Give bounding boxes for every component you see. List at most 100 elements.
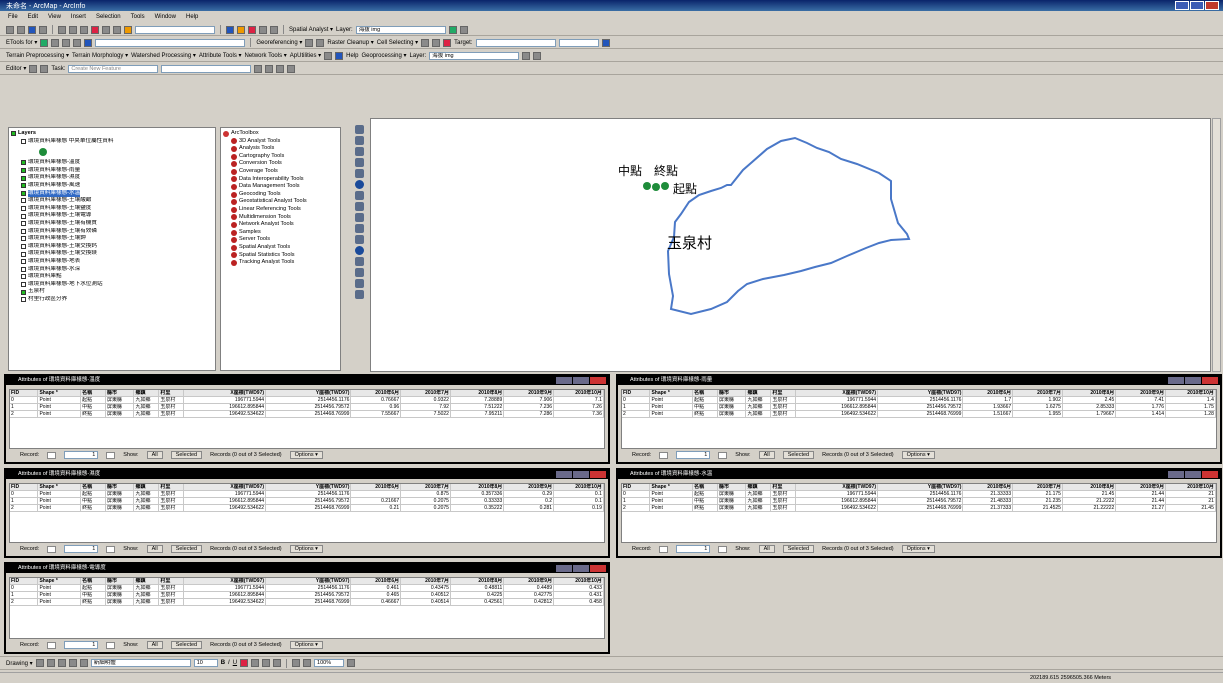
- next-record-button[interactable]: [718, 545, 728, 553]
- toc-layer[interactable]: 環境資料庫樣態-土壤交換鈣: [11, 243, 213, 251]
- zoom-combo[interactable]: 100%: [314, 659, 345, 667]
- fixed-zoom-in-icon[interactable]: [354, 147, 364, 156]
- layer-checkbox[interactable]: [21, 274, 26, 280]
- layer-checkbox[interactable]: [21, 289, 26, 295]
- column-header[interactable]: 名稱: [693, 484, 719, 490]
- next-record-button[interactable]: [718, 451, 728, 459]
- column-header[interactable]: Y座標(TWD97): [878, 390, 964, 396]
- toc-layer[interactable]: 環境資料庫樣態-地下水位測站: [11, 281, 213, 289]
- geoprocessing-menu[interactable]: Geoprocessing ▾: [361, 52, 406, 59]
- menu-item-tools[interactable]: Tools: [131, 14, 145, 22]
- menu-item-help[interactable]: Help: [186, 14, 198, 22]
- column-header[interactable]: 名稱: [81, 390, 107, 396]
- column-header[interactable]: Shape *: [650, 390, 694, 396]
- toc-layer[interactable]: 環境資料庫樣態-風速: [11, 182, 213, 190]
- toolbox-item[interactable]: 3D Analyst Tools: [223, 138, 338, 146]
- pan-icon[interactable]: [533, 51, 542, 60]
- time-slider-icon[interactable]: [354, 290, 364, 299]
- toc-layer[interactable]: 環境資料庫樣態-土壤有機質: [11, 220, 213, 228]
- layer-checkbox[interactable]: [21, 221, 26, 227]
- column-header[interactable]: Shape *: [38, 390, 82, 396]
- paint-icon[interactable]: [421, 38, 430, 47]
- table-row[interactable]: 2 Point 終點 屏東縣 九如鄉 玉泉村 196492.534622 2514468.76…: [622, 411, 1216, 418]
- task-combo[interactable]: Create New Feature: [68, 64, 159, 73]
- table-row[interactable]: 2 Point 終點 屏東縣 九如鄉 玉泉村 196492.534622 2514468.76…: [10, 505, 604, 512]
- village-boundary[interactable]: [666, 136, 911, 316]
- spatial-analyst-menu[interactable]: Spatial Analyst ▾: [289, 26, 333, 33]
- first-record-button[interactable]: [659, 545, 669, 553]
- column-header[interactable]: Y座標(TWD97): [266, 484, 352, 490]
- toc-layer[interactable]: 環境資料庫樣態 中央單位屬性資料: [11, 138, 213, 146]
- column-header[interactable]: 2010年7月: [401, 578, 451, 584]
- table-row[interactable]: 0 Point 起點 屏東縣 九如鄉 玉泉村 196771.5944 2514456.1176…: [622, 491, 1216, 498]
- cut-icon[interactable]: [58, 25, 66, 34]
- georef-icon[interactable]: [305, 38, 314, 47]
- show-selected-button[interactable]: Selected: [170, 641, 203, 649]
- copy-icon[interactable]: [69, 25, 77, 34]
- column-header[interactable]: 2010年9月: [504, 484, 555, 490]
- column-header[interactable]: 2010年10月: [554, 578, 604, 584]
- toolbox-item[interactable]: Multidimension Tools: [223, 214, 338, 222]
- minimize-button[interactable]: [556, 565, 572, 572]
- attribute-table-window[interactable]: Attributes of 環境資料庫樣態-電導度 FID Shape * 名稱 縣市鄉…: [4, 562, 610, 654]
- column-header[interactable]: 2010年7月: [1013, 484, 1063, 490]
- table-row[interactable]: 1 Point 中點 屏東縣 九如鄉 玉泉村 196612.895844 2514456.79…: [10, 498, 604, 505]
- column-header[interactable]: Shape *: [38, 578, 82, 584]
- show-all-button[interactable]: All: [758, 451, 775, 459]
- toolbox-item[interactable]: Network Analyst Tools: [223, 221, 338, 229]
- column-header[interactable]: 縣市: [106, 578, 135, 584]
- column-header[interactable]: FID: [10, 484, 39, 490]
- column-header[interactable]: 2010年8月: [1063, 484, 1117, 490]
- layer-checkbox[interactable]: [21, 160, 26, 166]
- record-number-input[interactable]: 1: [64, 641, 99, 649]
- column-header[interactable]: Y座標(TWD97): [266, 390, 352, 396]
- minimize-button[interactable]: [556, 377, 572, 384]
- font-size-combo[interactable]: 10: [193, 659, 218, 667]
- maximize-button[interactable]: [573, 565, 589, 572]
- table-row[interactable]: 1 Point 中點 屏東縣 九如鄉 玉泉村 196612.895844 2514456.79…: [10, 404, 604, 411]
- table-row[interactable]: 2 Point 終點 屏東縣 九如鄉 玉泉村 196492.534622 2514468.76…: [622, 505, 1216, 512]
- column-header[interactable]: 名稱: [693, 390, 719, 396]
- layer-checkbox[interactable]: [21, 198, 26, 204]
- layer-checkbox[interactable]: [21, 251, 26, 257]
- watershed-menu[interactable]: Watershed Processing ▾: [131, 52, 196, 59]
- column-header[interactable]: 鄉鎮: [134, 484, 160, 490]
- point-marker[interactable]: [652, 183, 660, 191]
- save-icon[interactable]: [28, 25, 36, 34]
- column-header[interactable]: 2010年7月: [401, 484, 451, 490]
- options-button[interactable]: Options ▾: [901, 451, 935, 459]
- toc-layer[interactable]: 環境資料庫樣態-地表: [11, 258, 213, 266]
- column-header[interactable]: X座標(TWD97): [796, 390, 879, 396]
- column-header[interactable]: 縣市: [106, 390, 135, 396]
- etools-icon[interactable]: [40, 38, 49, 47]
- layer-checkbox[interactable]: [21, 236, 26, 242]
- underline-button[interactable]: U: [233, 660, 237, 666]
- close-button[interactable]: [590, 377, 606, 384]
- show-all-button[interactable]: All: [146, 545, 163, 553]
- column-header[interactable]: Y座標(TWD97): [878, 484, 964, 490]
- forward-icon[interactable]: [354, 202, 364, 211]
- attributes-icon[interactable]: [276, 64, 285, 73]
- column-header[interactable]: 2010年10月: [1166, 484, 1216, 490]
- column-header[interactable]: 2010年8月: [451, 578, 505, 584]
- layer-checkbox[interactable]: [21, 281, 26, 287]
- table-row[interactable]: 0 Point 起點 屏東縣 九如鄉 玉泉村 196771.5944 2514456.1176…: [10, 491, 604, 498]
- table-row[interactable]: 2 Point 終點 屏東縣 九如鄉 玉泉村 196492.534622 2514468.76…: [10, 599, 604, 606]
- line-color-icon[interactable]: [262, 659, 271, 667]
- delete-icon[interactable]: [91, 25, 99, 34]
- column-header[interactable]: 2010年6月: [351, 484, 402, 490]
- column-header[interactable]: Shape *: [38, 484, 82, 490]
- options-button[interactable]: Options ▾: [901, 545, 935, 553]
- table-row[interactable]: 0 Point 起點 屏東縣 九如鄉 玉泉村 196771.5944 2514456.1176…: [10, 397, 604, 404]
- bold-button[interactable]: B: [221, 660, 225, 666]
- editor-toolbar-icon[interactable]: [226, 25, 234, 34]
- toolbox-item[interactable]: Spatial Analyst Tools: [223, 244, 338, 252]
- etools-menu[interactable]: ETools for ▾: [6, 39, 37, 46]
- column-header[interactable]: 2010年9月: [1116, 390, 1167, 396]
- column-header[interactable]: 村里: [159, 578, 185, 584]
- select-features-icon[interactable]: [354, 213, 364, 222]
- toc-layer[interactable]: 環境資料庫樣態-水深: [11, 266, 213, 274]
- command-line-icon[interactable]: [259, 25, 267, 34]
- column-header[interactable]: 2010年10月: [554, 484, 604, 490]
- toc-layer[interactable]: 環境資料庫樣態-雨量: [11, 167, 213, 175]
